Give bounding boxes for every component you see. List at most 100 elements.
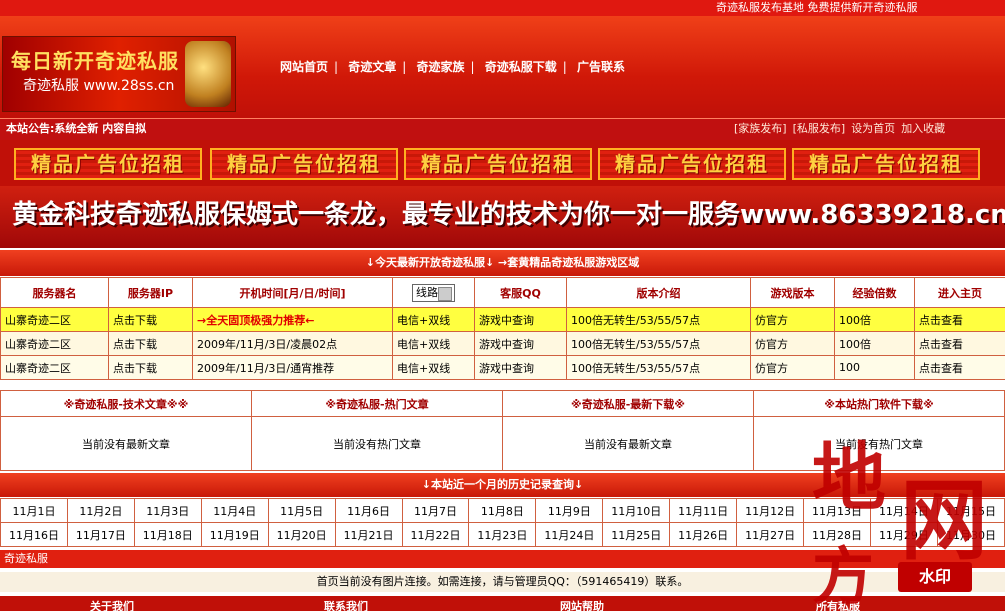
- table-row: 山寨奇迹二区 点击下载 2009年/11月/3日/凌晨02点 电信+双线 游戏中…: [0, 331, 1005, 356]
- game-version: 仿官方: [750, 355, 835, 380]
- col-server-ip: 服务器IP: [108, 277, 193, 308]
- open-time: 2009年/11月/3日/通宵推荐: [192, 355, 393, 380]
- tech-articles-body: 当前没有最新文章: [0, 416, 252, 471]
- day-link[interactable]: 11月5日: [267, 498, 336, 523]
- top-bar: 奇迹私服发布基地 免费提供新开奇迹私服: [0, 0, 1005, 16]
- day-link[interactable]: 11月4日: [200, 498, 269, 523]
- day-link[interactable]: 11月3日: [133, 498, 202, 523]
- view-link[interactable]: 点击查看: [914, 355, 1005, 380]
- table-row: 山寨奇迹二区 点击下载 →全天固顶极强力推荐← 电信+双线 游戏中查询 100倍…: [0, 307, 1005, 332]
- line: 电信+双线: [392, 355, 475, 380]
- set-homepage-link[interactable]: 设为首页: [851, 122, 895, 135]
- nav-home[interactable]: 网站首页: [280, 60, 328, 74]
- col-exp-rate: 经验倍数: [834, 277, 915, 308]
- day-link[interactable]: 11月11日: [669, 498, 738, 523]
- table-row: 山寨奇迹二区 点击下载 2009年/11月/3日/通宵推荐 电信+双线 游戏中查…: [0, 355, 1005, 380]
- watermark-badge: 水印: [898, 562, 972, 592]
- game-version: 仿官方: [750, 331, 835, 356]
- day-link[interactable]: 11月27日: [736, 522, 805, 547]
- day-link[interactable]: 11月7日: [401, 498, 470, 523]
- day-link[interactable]: 11月22日: [401, 522, 470, 547]
- main-nav: 网站首页 | 奇迹文章 | 奇迹家族 | 奇迹私服下载 | 广告联系: [280, 60, 626, 74]
- qq: 游戏中查询: [474, 355, 567, 380]
- line-select[interactable]: 线路: [412, 283, 455, 302]
- ad-row: 精品广告位招租 精品广告位招租 精品广告位招租 精品广告位招租 精品广告位招租: [0, 140, 1005, 186]
- promo-banner[interactable]: 黄金科技奇迹私服保姆式一条龙，最专业的技术为你一对一服务www.86339218…: [0, 186, 1005, 248]
- day-link[interactable]: 11月10日: [602, 498, 671, 523]
- open-time: →全天固顶极强力推荐←: [192, 307, 393, 332]
- download-link[interactable]: 点击下载: [108, 355, 193, 380]
- tech-articles-header[interactable]: ※奇迹私服-技术文章※※: [0, 390, 252, 417]
- col-qq: 客服QQ: [474, 277, 567, 308]
- server-name: 山寨奇迹二区: [0, 307, 109, 332]
- ad-slot[interactable]: 精品广告位招租: [14, 148, 202, 180]
- ad-slot[interactable]: 精品广告位招租: [404, 148, 592, 180]
- day-link[interactable]: 11月6日: [334, 498, 403, 523]
- nav-download[interactable]: 奇迹私服下载: [485, 60, 557, 74]
- view-link[interactable]: 点击查看: [914, 331, 1005, 356]
- server-table: 服务器名 服务器IP 开机时间[月/日/时间] 线路 客服QQ 版本介绍 游戏版…: [0, 277, 1005, 380]
- ad-slot[interactable]: 精品广告位招租: [792, 148, 980, 180]
- ad-slot[interactable]: 精品广告位招租: [210, 148, 398, 180]
- add-favorite-link[interactable]: 加入收藏: [901, 122, 945, 135]
- new-downloads-header[interactable]: ※奇迹私服-最新下载※: [502, 390, 754, 417]
- contact-link[interactable]: 联系我们: [324, 598, 368, 611]
- day-link[interactable]: 11月12日: [736, 498, 805, 523]
- watermark-char: 方: [812, 540, 875, 611]
- header: 每日新开奇迹私服 奇迹私服 www.28ss.cn 网站首页 | 奇迹文章 | 奇迹…: [0, 16, 1005, 118]
- day-link[interactable]: 11月1日: [0, 498, 68, 523]
- col-version-intro: 版本介绍: [566, 277, 751, 308]
- day-link[interactable]: 11月26日: [669, 522, 738, 547]
- download-link[interactable]: 点击下载: [108, 307, 193, 332]
- qq: 游戏中查询: [474, 331, 567, 356]
- day-link[interactable]: 11月2日: [66, 498, 135, 523]
- top-bar-text: 奇迹私服发布基地 免费提供新开奇迹私服: [716, 1, 918, 14]
- server-name: 山寨奇迹二区: [0, 355, 109, 380]
- download-link[interactable]: 点击下载: [108, 331, 193, 356]
- exp-rate: 100: [834, 355, 915, 380]
- version-intro: 100倍无转生/53/55/57点: [566, 307, 751, 332]
- nav-articles[interactable]: 奇迹文章: [348, 60, 396, 74]
- line: 电信+双线: [392, 331, 475, 356]
- day-link[interactable]: 11月23日: [468, 522, 537, 547]
- day-link[interactable]: 11月21日: [334, 522, 403, 547]
- day-link[interactable]: 11月17日: [66, 522, 135, 547]
- day-link[interactable]: 11月20日: [267, 522, 336, 547]
- notice-links: [家族发布] [私服发布] 设为首页 加入收藏: [734, 119, 951, 139]
- logo-title: 每日新开奇迹私服: [11, 49, 179, 73]
- col-line: 线路: [392, 277, 475, 308]
- view-link[interactable]: 点击查看: [914, 307, 1005, 332]
- day-link[interactable]: 11月9日: [535, 498, 604, 523]
- day-link[interactable]: 11月8日: [468, 498, 537, 523]
- day-link[interactable]: 11月24日: [535, 522, 604, 547]
- day-link[interactable]: 11月18日: [133, 522, 202, 547]
- col-homepage: 进入主页: [914, 277, 1005, 308]
- day-link[interactable]: 11月19日: [200, 522, 269, 547]
- version-intro: 100倍无转生/53/55/57点: [566, 331, 751, 356]
- notice-text: 本站公告:系统全新 内容自拟: [6, 122, 147, 135]
- exp-rate: 100倍: [834, 331, 915, 356]
- hot-articles-header[interactable]: ※奇迹私服-热门文章: [251, 390, 503, 417]
- day-link[interactable]: 11月16日: [0, 522, 68, 547]
- nav-ads[interactable]: 广告联系: [577, 60, 625, 74]
- server-name: 山寨奇迹二区: [0, 331, 109, 356]
- logo-url: 奇迹私服 www.28ss.cn: [23, 78, 175, 94]
- notice-bar: 本站公告:系统全新 内容自拟 [家族发布] [私服发布] 设为首页 加入收藏: [0, 118, 1005, 140]
- open-time: 2009年/11月/3日/凌晨02点: [192, 331, 393, 356]
- watermark-char: 网: [900, 468, 989, 572]
- site-logo[interactable]: 每日新开奇迹私服 奇迹私服 www.28ss.cn: [2, 36, 236, 112]
- version-intro: 100倍无转生/53/55/57点: [566, 355, 751, 380]
- ad-slot[interactable]: 精品广告位招租: [598, 148, 786, 180]
- family-publish-link[interactable]: [家族发布]: [734, 122, 787, 135]
- help-link[interactable]: 网站帮助: [560, 598, 604, 611]
- day-link[interactable]: 11月25日: [602, 522, 671, 547]
- about-link[interactable]: 关于我们: [90, 598, 134, 611]
- game-version: 仿官方: [750, 307, 835, 332]
- new-downloads-body: 当前没有最新文章: [502, 416, 754, 471]
- hot-articles-body: 当前没有热门文章: [251, 416, 503, 471]
- hot-software-header[interactable]: ※本站热门软件下载※: [753, 390, 1005, 417]
- gold-ingot-icon: [185, 41, 231, 107]
- nav-family[interactable]: 奇迹家族: [417, 60, 465, 74]
- server-publish-link[interactable]: [私服发布]: [793, 122, 846, 135]
- server-list-title: ↓今天最新开放奇迹私服↓ →套黄精品奇迹私服游戏区域: [0, 250, 1005, 276]
